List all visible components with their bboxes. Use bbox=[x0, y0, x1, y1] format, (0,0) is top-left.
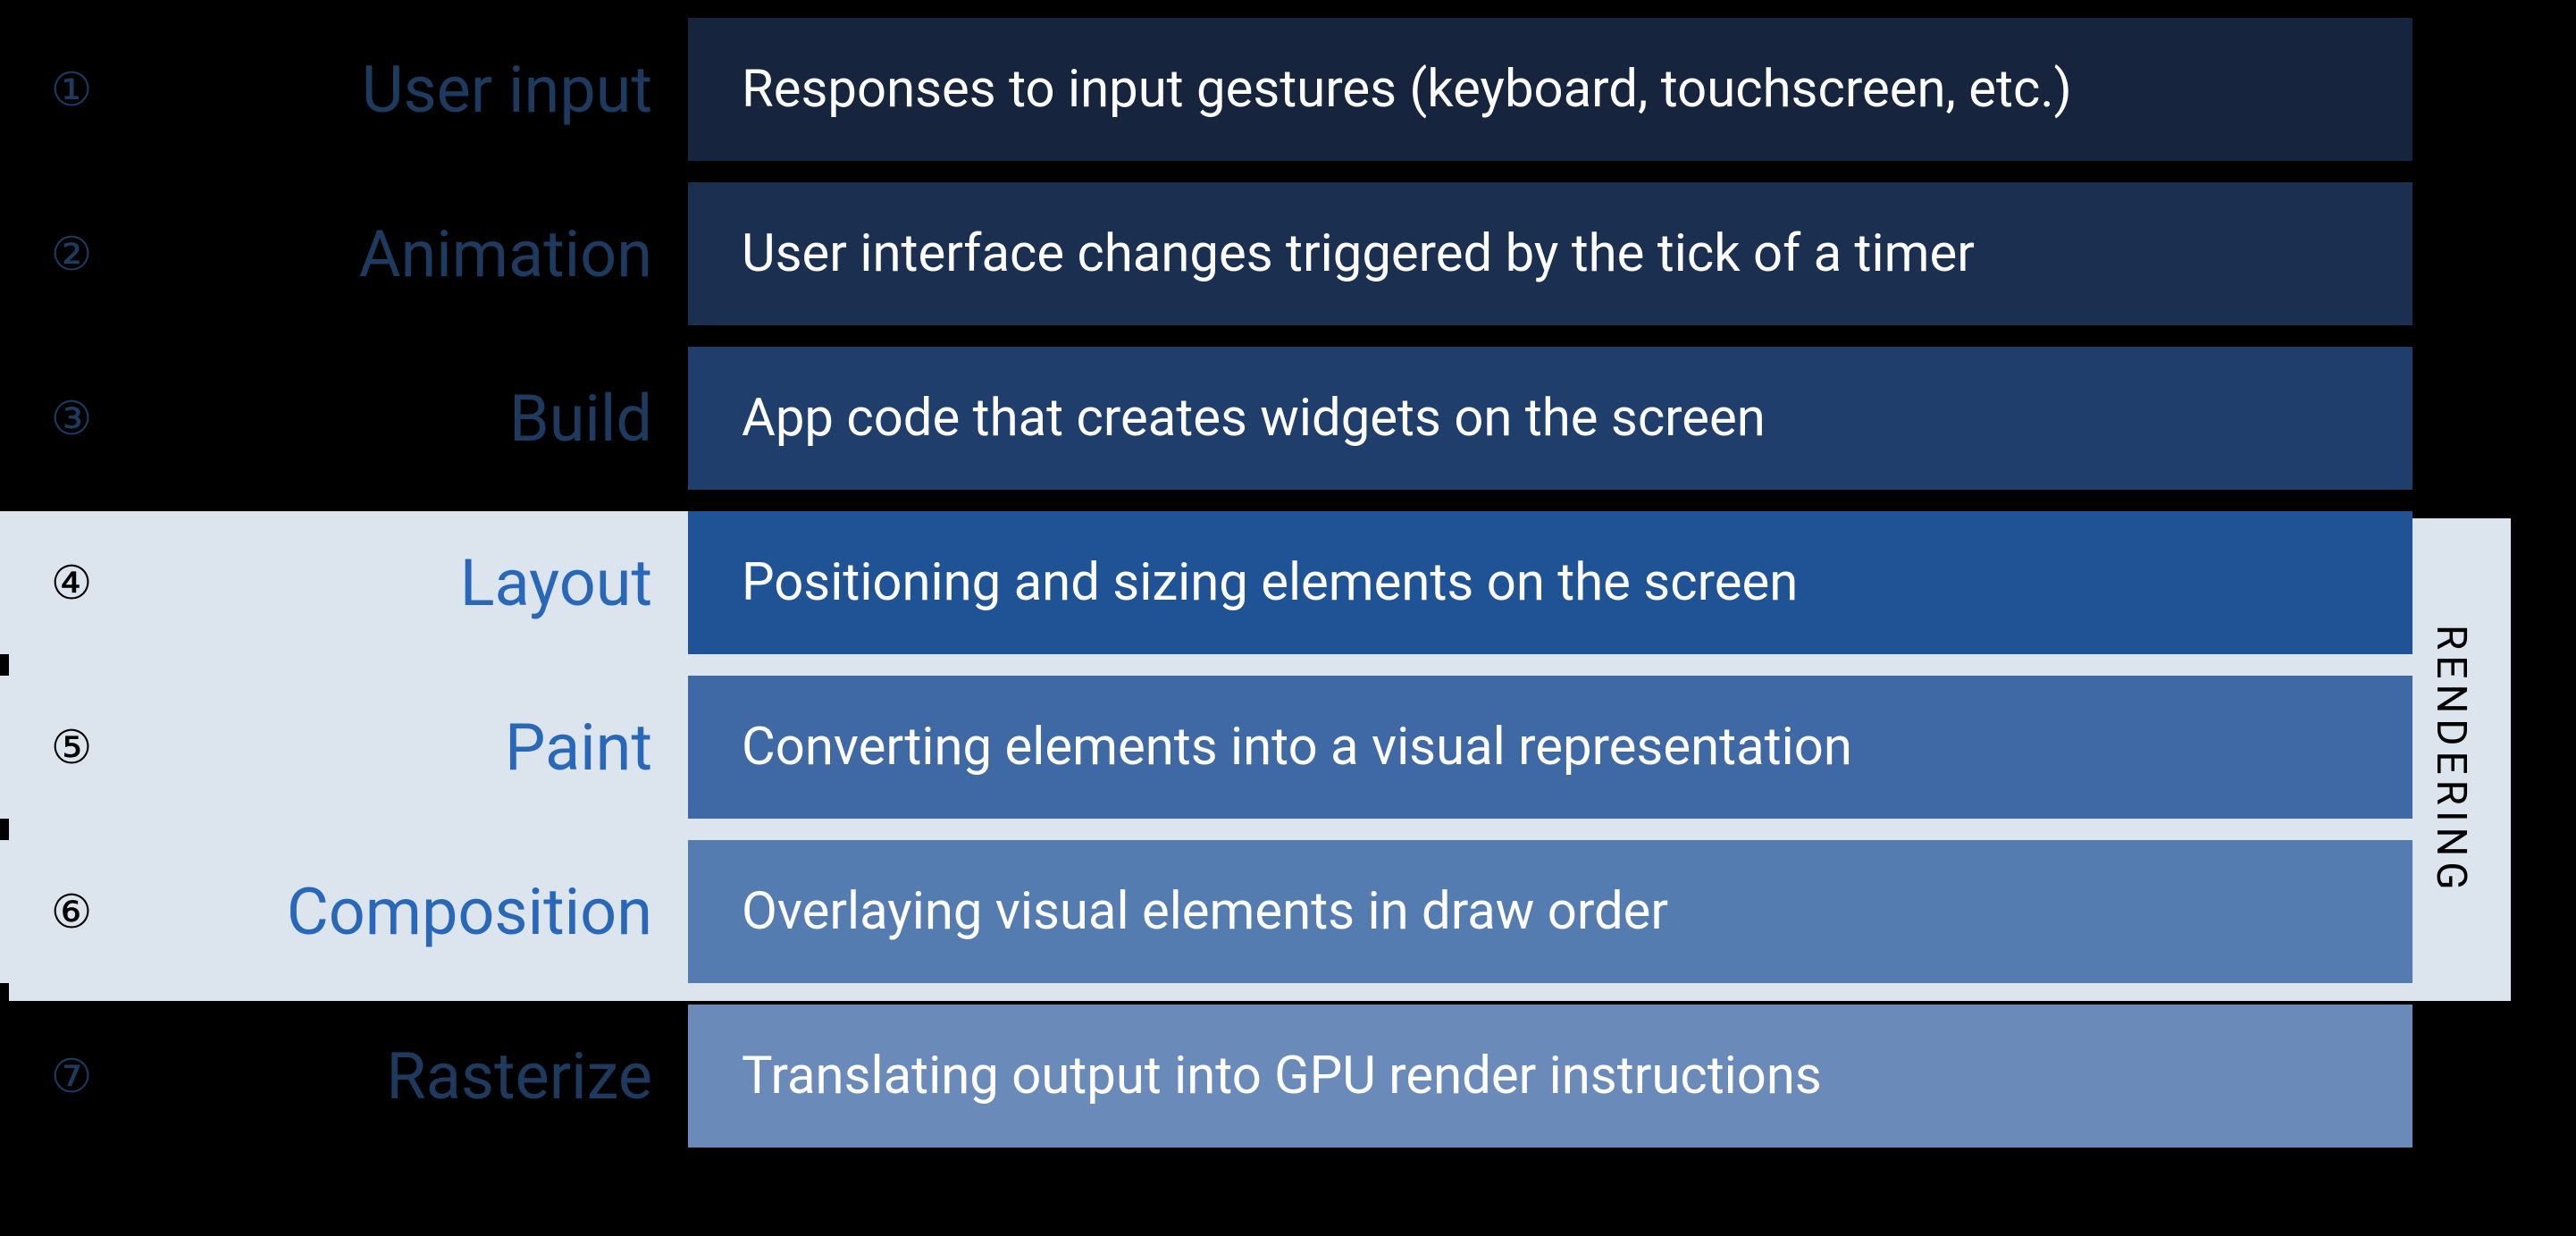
row-description: Responses to input gestures (keyboard, t… bbox=[688, 18, 2412, 161]
row-description: Overlaying visual elements in draw order bbox=[688, 840, 2412, 983]
row-label: Build bbox=[143, 347, 688, 490]
row-build: ③ Build App code that creates widgets on… bbox=[0, 347, 2412, 490]
row-number: ① bbox=[0, 18, 143, 161]
row-layout: ④ Layout Positioning and sizing elements… bbox=[0, 511, 2412, 654]
row-label: Layout bbox=[143, 511, 688, 654]
row-description: App code that creates widgets on the scr… bbox=[688, 347, 2412, 490]
row-description: Translating output into GPU render instr… bbox=[688, 1005, 2412, 1148]
row-paint: ⑤ Paint Converting elements into a visua… bbox=[0, 676, 2412, 819]
row-description: Positioning and sizing elements on the s… bbox=[688, 511, 2412, 654]
row-number: ⑥ bbox=[0, 840, 143, 983]
row-user-input: ① User input Responses to input gestures… bbox=[0, 18, 2412, 161]
row-number: ⑤ bbox=[0, 676, 143, 819]
row-label: Rasterize bbox=[143, 1005, 688, 1148]
row-rasterize: ⑦ Rasterize Translating output into GPU … bbox=[0, 1005, 2412, 1148]
row-animation: ② Animation User interface changes trigg… bbox=[0, 182, 2412, 325]
row-label: User input bbox=[143, 18, 688, 161]
row-number: ⑦ bbox=[0, 1005, 143, 1148]
rendering-label-text: RENDERING bbox=[2427, 625, 2475, 895]
pipeline-rows: ① User input Responses to input gestures… bbox=[0, 18, 2412, 1169]
row-number: ③ bbox=[0, 347, 143, 490]
row-composition: ⑥ Composition Overlaying visual elements… bbox=[0, 840, 2412, 983]
row-label: Composition bbox=[143, 840, 688, 983]
row-description: User interface changes triggered by the … bbox=[688, 182, 2412, 325]
row-description: Converting elements into a visual repres… bbox=[688, 676, 2412, 819]
row-number: ④ bbox=[0, 511, 143, 654]
row-label: Paint bbox=[143, 676, 688, 819]
rendering-group-label: RENDERING bbox=[2415, 518, 2487, 1001]
row-number: ② bbox=[0, 182, 143, 325]
row-label: Animation bbox=[143, 182, 688, 325]
